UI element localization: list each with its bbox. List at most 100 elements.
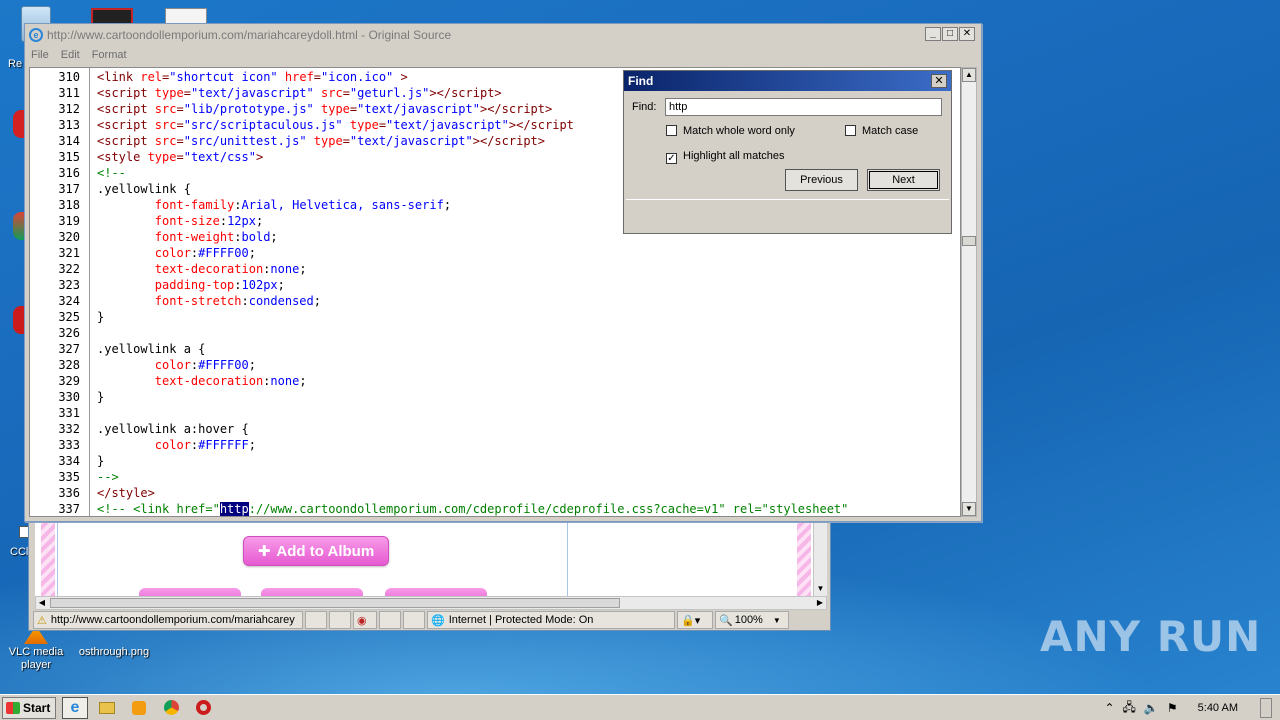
add-to-album-button[interactable]: ✚ Add to Album (243, 536, 389, 566)
desktop-icon-vlc[interactable]: VLC media player (6, 626, 66, 672)
line-number: 327 (58, 342, 80, 356)
status-empty-2 (329, 611, 351, 629)
chevron-down-icon: ▼ (772, 615, 781, 625)
menu-file[interactable]: File (31, 49, 49, 61)
code-line: 331 (30, 405, 960, 421)
line-number: 320 (58, 230, 80, 244)
taskbar-ie[interactable]: e (62, 696, 88, 719)
status-security[interactable]: 🔒▾ (677, 611, 713, 629)
status-url: ⚠ http://www.cartoondollemporium.com/mar… (33, 611, 303, 629)
pink-nav-button-2[interactable] (261, 588, 363, 596)
taskbar-explorer[interactable] (94, 697, 120, 719)
view-source-titlebar[interactable]: e http://www.cartoondollemporium.com/mar… (25, 24, 981, 46)
taskbar-chrome[interactable] (158, 697, 184, 719)
system-tray: ⌃ 🖧 🔈 ⚑ 5:40 AM (1104, 697, 1280, 719)
pink-nav-button-3[interactable] (385, 588, 487, 596)
line-number: 324 (58, 294, 80, 308)
scroll-down-arrow-icon[interactable]: ▼ (814, 582, 827, 596)
page-hscroll[interactable]: ◀ ▶ (35, 596, 827, 610)
line-number: 331 (58, 406, 80, 420)
desktop-icon-label: VLC media player (8, 646, 64, 671)
code-text: <style type="text/css"> (97, 150, 264, 164)
find-title: Find (628, 74, 654, 88)
scroll-down-arrow-icon[interactable]: ▼ (962, 502, 976, 516)
status-zone: 🌐 Internet | Protected Mode: On (427, 611, 675, 629)
match-case-checkbox[interactable] (845, 125, 856, 136)
menu-edit[interactable]: Edit (61, 49, 80, 61)
match-whole-word-option[interactable]: Match whole word only (666, 125, 795, 137)
minimize-button[interactable]: _ (925, 27, 941, 41)
code-line: 323 padding-top:102px; (30, 277, 960, 293)
code-line: 333 color:#FFFFFF; (30, 437, 960, 453)
vscroll-thumb[interactable] (962, 236, 976, 246)
action-center-flag-icon[interactable]: ⚑ (1167, 701, 1178, 715)
previous-button[interactable]: Previous (785, 169, 858, 191)
code-text: <script src="src/scriptaculous.js" type=… (97, 118, 574, 132)
plus-icon: ✚ (257, 543, 271, 560)
maximize-button[interactable]: □ (942, 27, 958, 41)
code-line: 330} (30, 389, 960, 405)
media-player-icon (132, 700, 146, 715)
code-text: .yellowlink a { (97, 342, 206, 356)
highlight-all-checkbox[interactable]: ✓ (666, 153, 677, 164)
find-dialog: Find ✕ Find: http Match whole word only … (623, 70, 952, 234)
window-controls: _ □ ✕ (925, 27, 975, 41)
line-number: 330 (58, 390, 80, 404)
desktop-icon-label: osthrough.png (78, 646, 150, 658)
line-number: 328 (58, 358, 80, 372)
code-text: </style> (97, 486, 155, 500)
code-line: 334} (30, 453, 960, 469)
match-case-option[interactable]: Match case (845, 125, 918, 137)
globe-icon: 🌐 (431, 614, 445, 627)
pink-border-left (41, 514, 55, 596)
code-text: <script type="text/javascript" src="getu… (97, 86, 502, 100)
privacy-eye-icon: ◉ (357, 614, 367, 627)
scroll-up-arrow-icon[interactable]: ▲ (962, 68, 976, 82)
menu-format[interactable]: Format (92, 49, 127, 61)
code-text: <script src="lib/prototype.js" type="tex… (97, 102, 553, 116)
line-number: 329 (58, 374, 80, 388)
code-line: 321 color:#FFFF00; (30, 245, 960, 261)
next-button[interactable]: Next (867, 169, 940, 191)
desktop-icon-png[interactable]: osthrough.png (72, 644, 156, 658)
code-text: text-decoration:none; (154, 262, 307, 276)
pink-border-right (797, 514, 811, 596)
network-icon[interactable]: 🖧 (1123, 698, 1136, 719)
line-number: 312 (58, 102, 80, 116)
show-hidden-icons-icon[interactable]: ⌃ (1104, 701, 1114, 715)
page-vscroll[interactable]: ▼ (813, 514, 827, 596)
status-privacy[interactable]: ◉ (353, 611, 377, 629)
code-line: 326 (30, 325, 960, 341)
show-desktop-button[interactable] (1260, 698, 1272, 718)
ie-page-content: ✚ Add to Album ▼ (35, 514, 827, 596)
find-close-button[interactable]: ✕ (931, 74, 947, 88)
status-empty-1 (305, 611, 327, 629)
volume-icon[interactable]: 🔈 (1144, 701, 1159, 715)
scroll-left-arrow-icon[interactable]: ◀ (36, 597, 48, 609)
highlight-all-option[interactable]: ✓ Highlight all matches (666, 150, 785, 164)
hscroll-thumb[interactable] (50, 598, 620, 608)
anyrun-watermark: ANY RUN (1040, 612, 1262, 661)
code-line: 335 --> (30, 469, 960, 485)
find-separator (626, 199, 949, 200)
code-text: --> (97, 470, 119, 484)
match-whole-word-checkbox[interactable] (666, 125, 677, 136)
code-text: font-stretch:condensed; (154, 294, 321, 308)
find-titlebar[interactable]: Find ✕ (624, 71, 951, 91)
taskbar-media-player[interactable] (126, 697, 152, 719)
line-number: 317 (58, 182, 80, 196)
find-input[interactable]: http (665, 98, 942, 116)
start-label: Start (23, 700, 51, 715)
code-text: } (97, 454, 105, 468)
pink-nav-button-1[interactable] (139, 588, 241, 596)
clock[interactable]: 5:40 AM (1198, 702, 1238, 714)
lock-icon: 🔒▾ (681, 614, 701, 627)
menu-bar: File Edit Format (25, 46, 981, 64)
source-vscroll[interactable]: ▲ ▼ (961, 67, 977, 517)
taskbar-opera[interactable] (190, 697, 216, 719)
start-button[interactable]: Start (2, 696, 56, 719)
close-button[interactable]: ✕ (959, 27, 975, 41)
line-number: 315 (58, 150, 80, 164)
scroll-right-arrow-icon[interactable]: ▶ (814, 597, 826, 609)
zoom-control[interactable]: 🔍 100% ▼ (715, 611, 789, 629)
